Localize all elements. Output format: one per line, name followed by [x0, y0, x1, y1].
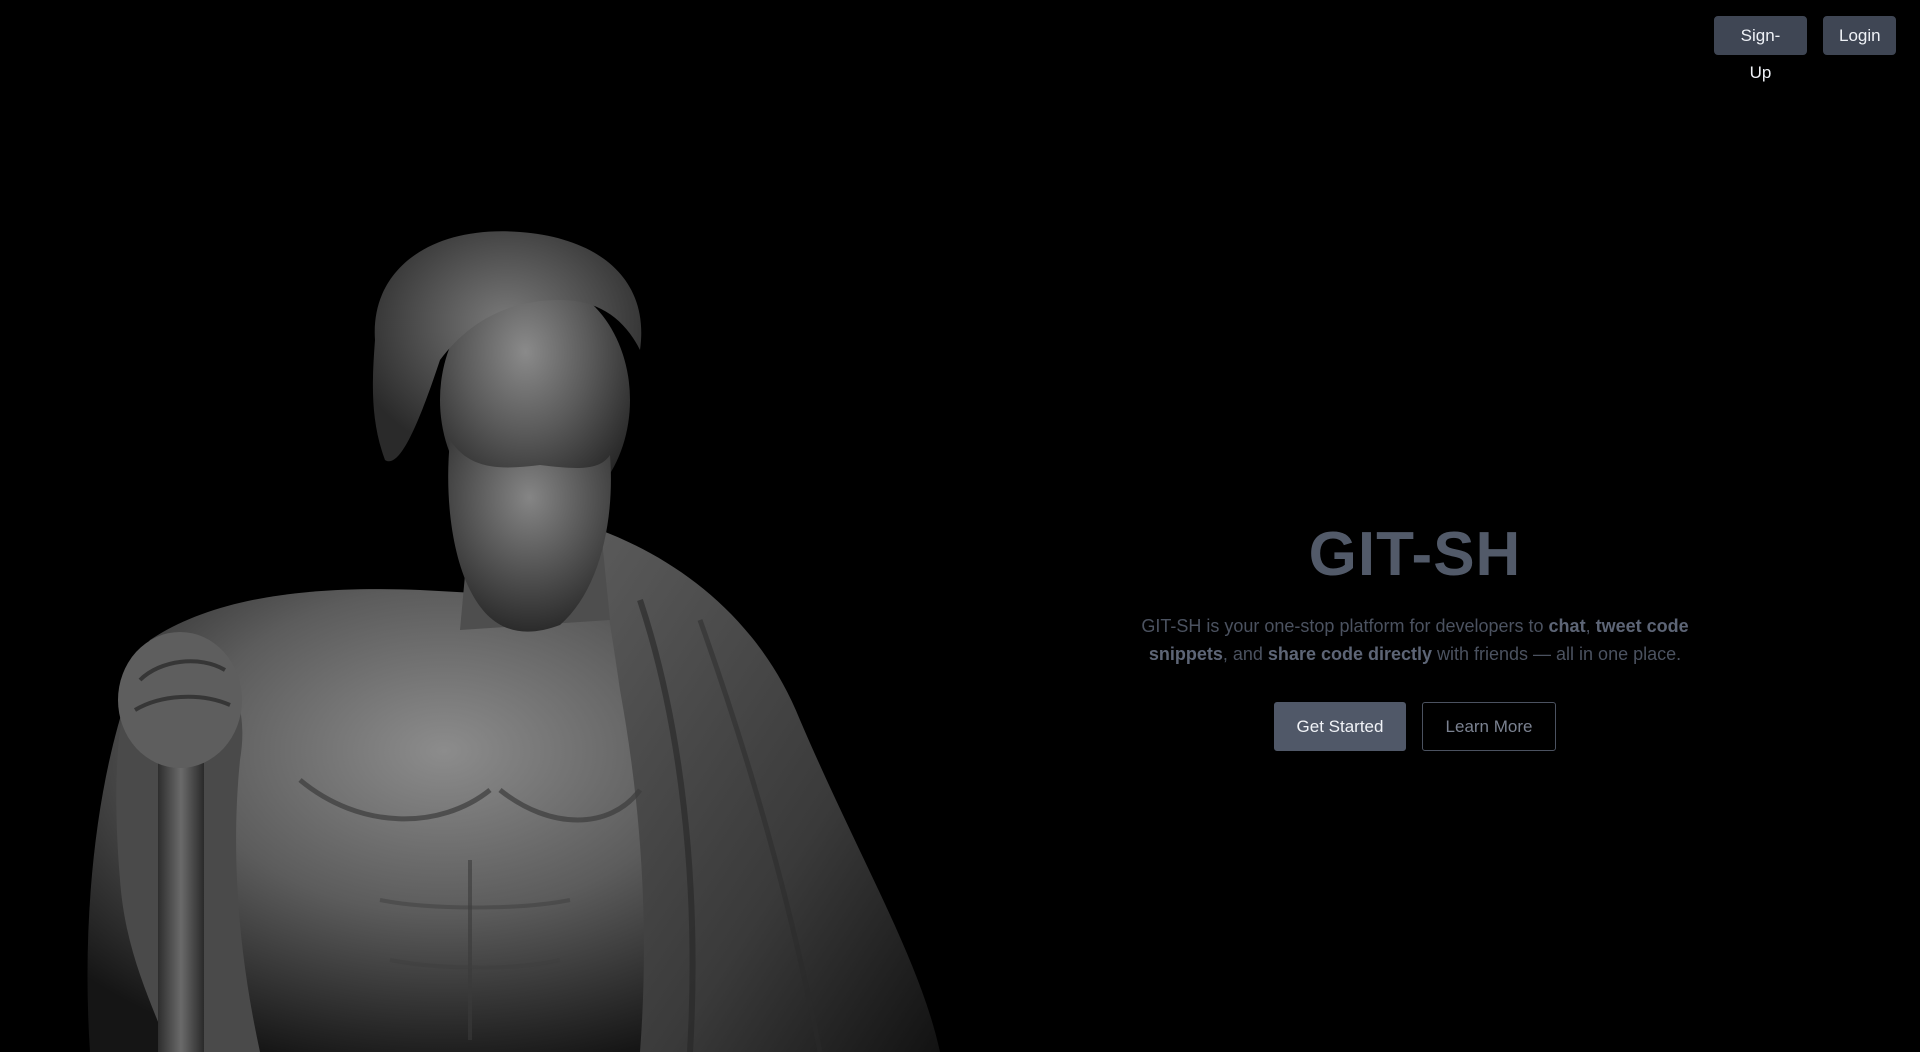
login-button[interactable]: Login	[1823, 16, 1896, 55]
desc-text-1: GIT-SH is your one-stop platform for dev…	[1141, 616, 1549, 636]
cta-row: Get Started Learn More	[1120, 702, 1710, 751]
hero-title: GIT-SH	[1308, 520, 1522, 589]
top-navigation: Sign-Up Login	[1714, 16, 1896, 82]
get-started-button[interactable]: Get Started	[1274, 702, 1406, 751]
learn-more-button[interactable]: Learn More	[1422, 702, 1556, 751]
signup-button[interactable]: Sign-Up	[1714, 16, 1807, 82]
hero-content: GIT-SH GIT-SH is your one-stop platform …	[1120, 520, 1710, 751]
desc-bold-chat: chat	[1548, 616, 1586, 636]
desc-bold-share: share code directly	[1267, 644, 1432, 664]
desc-text-3: , and	[1222, 644, 1268, 664]
hero-description: GIT-SH is your one-stop platform for dev…	[1120, 612, 1710, 668]
desc-text-4: with friends — all in one place.	[1432, 644, 1682, 664]
desc-text-2: ,	[1585, 616, 1596, 636]
